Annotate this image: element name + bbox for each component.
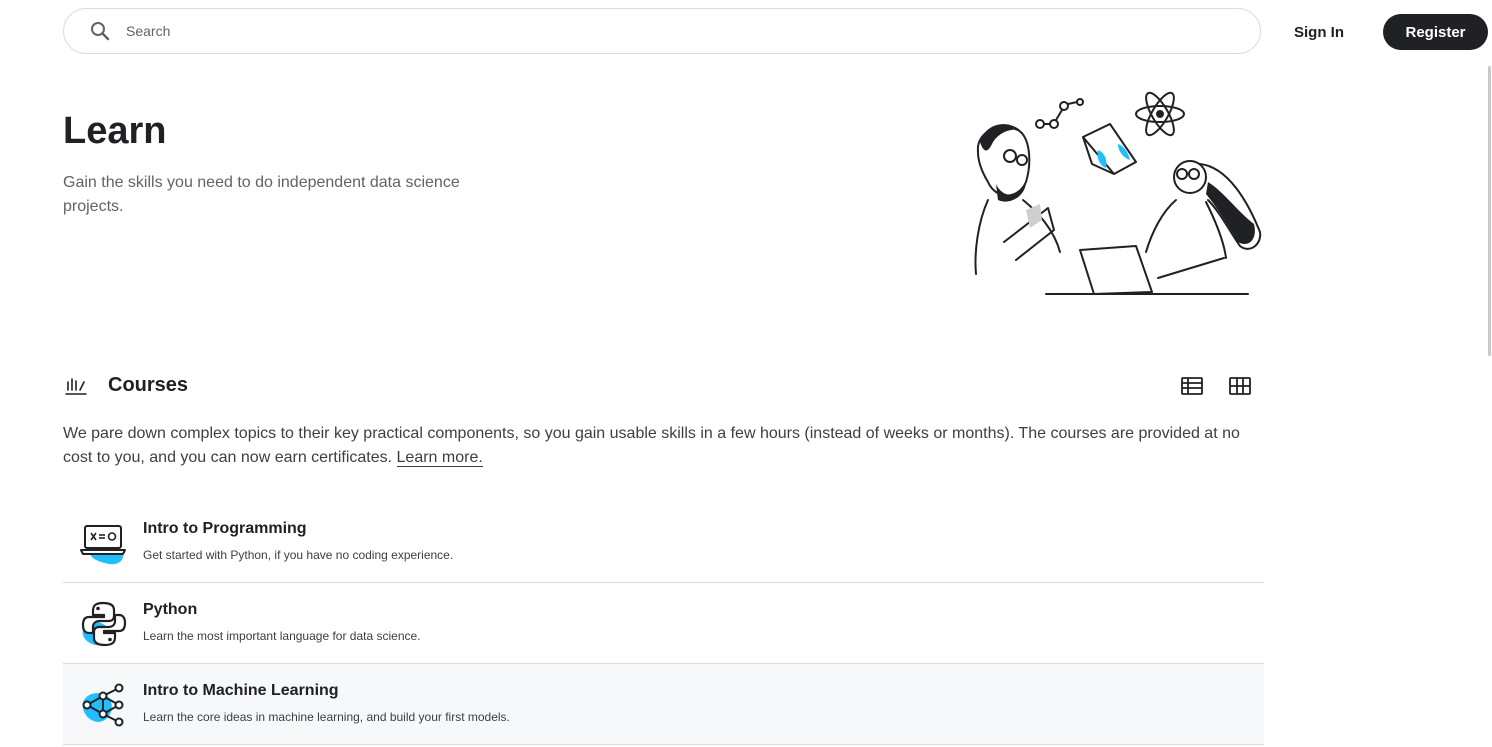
grid-view-icon[interactable] [1227,374,1253,398]
learners-illustration-icon [974,91,1262,295]
course-description: Get started with Python, if you have no … [143,548,454,562]
courses-description: We pare down complex topics to their key… [63,422,1263,470]
sign-in-button[interactable]: Sign In [1283,15,1355,49]
course-row-intro-to-programming[interactable]: Intro to Programming Get started with Py… [63,502,1264,583]
page-subtitle: Gain the skills you need to do independe… [63,174,460,215]
school-icon [65,378,87,395]
course-name: Python [143,601,198,618]
register-button[interactable]: Register [1383,14,1488,50]
search-input[interactable] [124,22,1128,40]
course-description: Learn the core ideas in machine learning… [143,710,510,724]
course-list: Intro to Programming Get started with Py… [63,502,1264,745]
list-view-icon[interactable] [1179,374,1205,398]
courses-description-text: We pare down complex topics to their key… [63,425,1240,466]
laptop-code-icon [80,525,126,565]
course-name: Intro to Machine Learning [143,682,339,699]
course-name: Intro to Programming [143,520,307,537]
python-icon [81,601,127,647]
page-title: Learn [63,110,167,152]
page-scrollbar[interactable] [1488,66,1491,356]
search-icon [91,22,110,41]
course-description: Learn the most important language for da… [143,629,421,643]
course-row-python[interactable]: Python Learn the most important language… [63,583,1264,664]
courses-heading: Courses [108,374,189,396]
course-row-intro-to-machine-learning[interactable]: Intro to Machine Learning Learn the core… [63,664,1264,745]
learn-page: Sign In Register Learn Gain the skills y… [0,0,1492,747]
learn-more-link[interactable]: Learn more. [396,449,483,467]
neural-network-icon [82,683,124,727]
search-bar[interactable] [63,8,1261,54]
